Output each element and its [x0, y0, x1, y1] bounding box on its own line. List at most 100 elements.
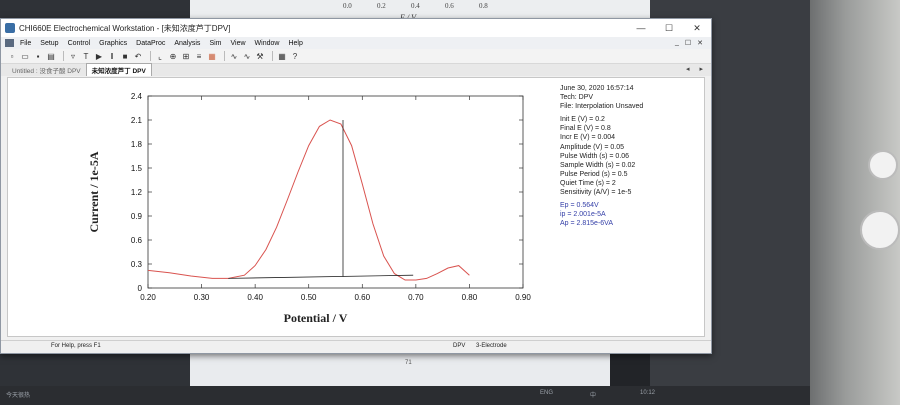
parameters-icon[interactable]: T [81, 51, 91, 61]
background-photo [810, 0, 900, 405]
menu-analysis[interactable]: Analysis [174, 40, 200, 47]
y-tick-label: 0.3 [131, 260, 143, 269]
tab-prev-icon[interactable]: ◂ [686, 65, 690, 73]
taskbar [0, 386, 810, 405]
info-file: File: Interpolation Unsaved [560, 103, 644, 111]
print-icon[interactable]: ▤ [46, 51, 56, 61]
device-knob [868, 150, 898, 180]
info-param: Sensitivity (A/V) = 1e-5 [560, 189, 632, 197]
zoom-icon[interactable]: ⊕ [168, 51, 178, 61]
window-title: CHI660E Electrochemical Workstation - [未… [19, 23, 231, 33]
doc-restore-button[interactable]: ☐ [685, 39, 691, 47]
new-icon[interactable]: ▫ [7, 51, 17, 61]
x-tick-label: 0.50 [301, 293, 317, 302]
grid-icon[interactable]: ▦ [277, 51, 287, 61]
stop-icon[interactable]: ■ [120, 51, 130, 61]
x-tick-label: 0.60 [354, 293, 370, 302]
run-icon[interactable]: ▶ [94, 51, 104, 61]
toolbar-separator [224, 51, 225, 61]
paper-tick: 0.8 [479, 2, 488, 10]
app-window: CHI660E Electrochemical Workstation - [未… [0, 18, 712, 354]
plot-canvas[interactable]: 0.20 0.30 0.40 0.50 0.60 0.70 0.80 0.90 0 0.3 0.6 0… [7, 77, 705, 337]
taskbar-weather[interactable]: 今天很热 [6, 390, 30, 399]
title-bar[interactable]: CHI660E Electrochemical Workstation - [未… [1, 19, 711, 37]
technique-icon[interactable]: ▿ [68, 51, 78, 61]
derivative-icon[interactable]: ∿ [242, 51, 252, 61]
x-axis-label: Potential / V [284, 311, 348, 325]
menu-graphics[interactable]: Graphics [99, 40, 127, 47]
document-icon[interactable] [5, 39, 14, 47]
toolbar-separator [272, 51, 273, 61]
dpv-curve [147, 119, 470, 281]
experiment-info: June 30, 2020 16:57:14 Tech: DPV File: I… [560, 84, 643, 228]
result-ip: ip = 2.001e-5A [560, 211, 606, 219]
tools-icon[interactable]: ⚒ [255, 51, 265, 61]
status-help-text: For Help, press F1 [51, 343, 101, 349]
doc-close-button[interactable]: ✕ [697, 39, 703, 47]
info-param: Sample Width (s) = 0.02 [560, 161, 636, 169]
smooth-icon[interactable]: ∿ [229, 51, 239, 61]
info-param: Incr E (V) = 0.004 [560, 134, 616, 142]
x-tick-label: 0.20 [140, 293, 156, 302]
reverse-icon[interactable]: ↶ [133, 51, 143, 61]
close-button[interactable]: ✕ [683, 19, 711, 37]
y-tick-label: 2.4 [131, 92, 143, 101]
menu-control[interactable]: Control [68, 40, 91, 47]
app-icon [5, 23, 15, 33]
info-param: Amplitude (V) = 0.05 [560, 143, 625, 151]
paper-tick: 0.4 [411, 2, 420, 10]
menu-setup[interactable]: Setup [40, 40, 58, 47]
y-tick-label: 0.6 [131, 236, 143, 245]
toolbar-separator [150, 51, 151, 61]
y-tick-label: 0.9 [131, 212, 143, 221]
taskbar-item[interactable]: ENG [540, 390, 553, 396]
result-ap: Ap = 2.815e-6VA [560, 220, 613, 228]
page-number: 71 [405, 360, 412, 366]
status-technique: DPV [453, 343, 466, 349]
paper-tick: 0.0 [343, 2, 352, 10]
info-param: Final E (V) = 0.8 [560, 125, 611, 133]
menu-file[interactable]: File [20, 40, 31, 47]
help-icon[interactable]: ? [290, 51, 300, 61]
x-tick-label: 0.90 [515, 293, 531, 302]
tab-untitled[interactable]: Untitled : 没食子酸 DPV [7, 64, 86, 76]
device-knob [860, 210, 900, 250]
x-tick-label: 0.80 [462, 293, 478, 302]
overlay-icon[interactable]: ⊞ [181, 51, 191, 61]
peak-baseline [228, 274, 414, 279]
taskbar-clock[interactable]: 10:12 [640, 390, 655, 396]
x-tick-label: 0.70 [408, 293, 424, 302]
tab-next-icon[interactable]: ▸ [699, 65, 703, 73]
save-icon[interactable]: ▪ [33, 51, 43, 61]
doc-minimize-button[interactable]: _ [675, 39, 679, 47]
taskbar-item[interactable]: 中 [590, 390, 596, 399]
background-paper-bottom [190, 350, 610, 388]
document-tabs: Untitled : 没食子酸 DPV 未知浓度芦丁 DPV ◂ ▸ [1, 63, 711, 76]
menu-help[interactable]: Help [288, 40, 302, 47]
x-tick-label: 0.40 [247, 293, 263, 302]
info-param: Pulse Width (s) = 0.06 [560, 152, 630, 160]
menu-view[interactable]: View [231, 40, 246, 47]
paper-tick: 0.6 [445, 2, 454, 10]
minimize-button[interactable]: — [627, 19, 655, 37]
paper-tick: 0.2 [377, 2, 386, 10]
info-tech: Tech: DPV [560, 94, 594, 102]
info-param: Pulse Period (s) = 0.5 [560, 170, 628, 178]
menu-window[interactable]: Window [255, 40, 280, 47]
color-icon[interactable]: ▦ [207, 51, 217, 61]
y-tick-label: 2.1 [131, 116, 143, 125]
menu-bar: File Setup Control Graphics DataProc Ana… [1, 37, 711, 49]
tab-active-document[interactable]: 未知浓度芦丁 DPV [85, 63, 152, 76]
menu-dataproc[interactable]: DataProc [136, 40, 165, 47]
info-param: Init E (V) = 0.2 [560, 116, 605, 124]
menu-sim[interactable]: Sim [209, 40, 221, 47]
pause-icon[interactable]: ‖ [107, 51, 117, 61]
status-bar: For Help, press F1 DPV 3-Electrode [1, 340, 711, 353]
add-icon[interactable]: ≡ [194, 51, 204, 61]
graph-icon[interactable]: ⌞ [155, 51, 165, 61]
status-electrode: 3-Electrode [476, 343, 507, 349]
maximize-button[interactable]: ☐ [655, 19, 683, 37]
plot-frame [147, 95, 524, 289]
open-icon[interactable]: ▭ [20, 51, 30, 61]
info-param: Quiet Time (s) = 2 [560, 179, 616, 187]
